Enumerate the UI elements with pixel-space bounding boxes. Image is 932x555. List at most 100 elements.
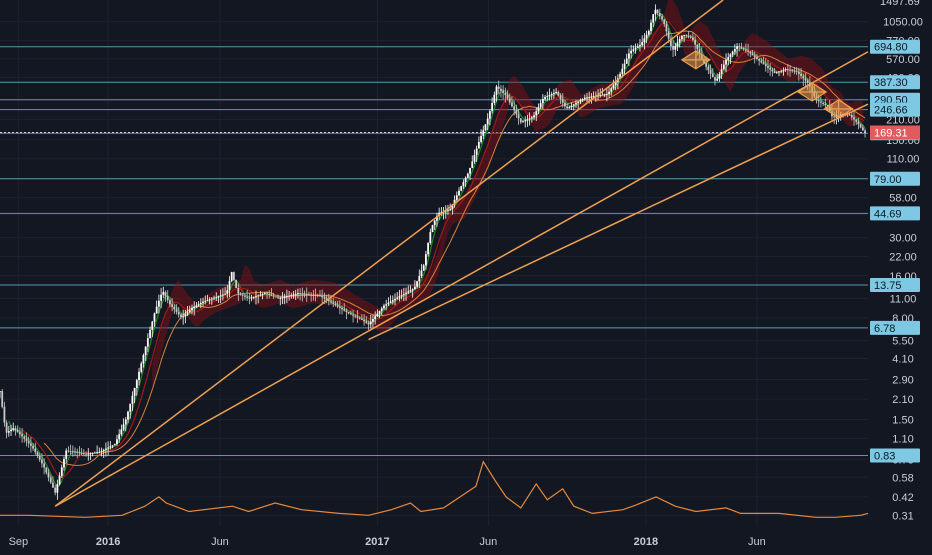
y-tick-label: 1.10 bbox=[892, 433, 913, 445]
candle-body bbox=[396, 297, 399, 299]
candle-body bbox=[658, 13, 661, 17]
candle-body bbox=[475, 148, 478, 155]
candle-body bbox=[283, 296, 286, 298]
candle-body bbox=[29, 443, 32, 446]
candle-body bbox=[791, 70, 794, 72]
candle-body bbox=[550, 94, 553, 96]
x-tick-label: Jun bbox=[748, 536, 766, 548]
candle-body bbox=[462, 181, 465, 187]
level-label: 0.83 bbox=[874, 450, 895, 462]
candle-body bbox=[533, 115, 535, 118]
candle-body bbox=[169, 300, 171, 305]
candle-body bbox=[780, 70, 783, 72]
candle-body bbox=[519, 118, 522, 123]
price-chart[interactable]: 1050.00770.00570.00420.00290.00210.00150… bbox=[0, 0, 932, 550]
candle-body bbox=[394, 298, 396, 301]
candle-body bbox=[367, 322, 370, 325]
level-label: 79.00 bbox=[874, 174, 902, 186]
candle-body bbox=[274, 296, 277, 298]
candle-body bbox=[672, 45, 674, 50]
candle-body bbox=[820, 101, 822, 103]
candle-body bbox=[665, 24, 668, 32]
candle-body bbox=[323, 297, 326, 299]
candle-body bbox=[21, 434, 23, 437]
candle-body bbox=[135, 380, 138, 388]
candle-body bbox=[343, 309, 346, 311]
candle-body bbox=[857, 121, 860, 125]
candle-body bbox=[605, 93, 608, 95]
candle-body bbox=[859, 124, 862, 128]
candle-body bbox=[751, 53, 754, 56]
candle-body bbox=[714, 77, 716, 81]
candle-body bbox=[817, 100, 820, 102]
candle-body bbox=[736, 46, 738, 50]
candle-body bbox=[5, 422, 8, 433]
candle-body bbox=[199, 302, 202, 305]
candle-body bbox=[18, 432, 21, 435]
candle-body bbox=[111, 445, 114, 447]
candle-body bbox=[725, 59, 727, 65]
candle-body bbox=[678, 39, 681, 43]
candle-body bbox=[237, 287, 240, 294]
candle-body bbox=[471, 161, 474, 168]
candle-body bbox=[244, 295, 246, 297]
y-tick-label: 1050.00 bbox=[883, 17, 923, 29]
candle-body bbox=[508, 98, 511, 103]
candle-body bbox=[848, 114, 851, 116]
candle-body bbox=[7, 431, 10, 433]
candle-body bbox=[553, 92, 555, 95]
candle-body bbox=[541, 99, 544, 104]
candle-body bbox=[566, 106, 569, 109]
candle-body bbox=[391, 300, 394, 302]
candle-body bbox=[411, 289, 414, 291]
candle-body bbox=[305, 294, 308, 295]
candle-body bbox=[312, 294, 315, 296]
candle-body bbox=[374, 316, 377, 319]
candle-body bbox=[336, 305, 339, 307]
candle-body bbox=[109, 446, 112, 448]
candle-body bbox=[628, 53, 630, 59]
candle-body bbox=[78, 452, 81, 454]
candle-body bbox=[850, 115, 853, 118]
candle-body bbox=[464, 177, 467, 182]
candle-body bbox=[369, 321, 372, 325]
candle-body bbox=[491, 102, 494, 112]
candle-body bbox=[680, 35, 683, 40]
candle-body bbox=[363, 319, 366, 322]
candle-body bbox=[506, 95, 509, 99]
candle-body bbox=[124, 419, 127, 425]
candle-body bbox=[747, 50, 749, 52]
candle-body bbox=[564, 102, 566, 107]
candle-body bbox=[138, 371, 140, 381]
candle-body bbox=[358, 317, 361, 319]
candle-body bbox=[795, 71, 798, 73]
candle-body bbox=[645, 34, 648, 39]
candle-body bbox=[661, 16, 663, 20]
level-label: 44.69 bbox=[874, 208, 902, 220]
candle-body bbox=[188, 310, 191, 313]
candle-body bbox=[535, 111, 538, 116]
y-tick-label: 0.58 bbox=[892, 472, 913, 484]
level-label: 13.75 bbox=[874, 280, 902, 292]
candle-body bbox=[228, 281, 231, 291]
candle-body bbox=[767, 66, 769, 68]
candle-body bbox=[349, 313, 352, 315]
candle-body bbox=[427, 243, 430, 255]
candle-body bbox=[623, 63, 626, 69]
candle-body bbox=[387, 302, 390, 305]
candle-body bbox=[0, 391, 1, 392]
candle-body bbox=[720, 69, 723, 74]
candle-body bbox=[460, 186, 463, 191]
candle-body bbox=[409, 290, 412, 292]
candle-body bbox=[215, 296, 218, 298]
candle-body bbox=[230, 272, 233, 282]
candle-body bbox=[544, 97, 546, 100]
candle-body bbox=[667, 31, 670, 39]
candle-body bbox=[149, 329, 151, 339]
candle-body bbox=[784, 69, 787, 71]
y-tick-label: 11.00 bbox=[890, 294, 917, 306]
candle-body bbox=[528, 118, 531, 120]
candle-body bbox=[266, 293, 268, 295]
y-tick-label: 2.90 bbox=[892, 375, 913, 387]
level-label: 694.80 bbox=[874, 42, 908, 54]
